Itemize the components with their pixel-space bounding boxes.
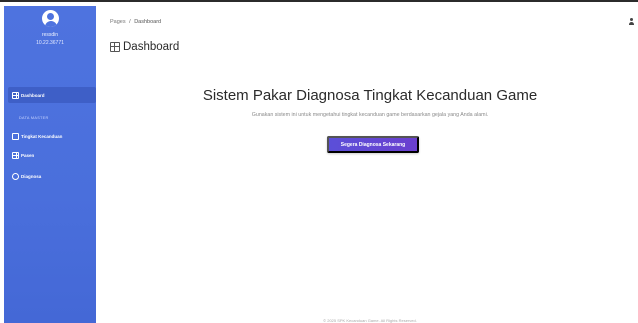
hero-title: Sistem Pakar Diagnosa Tingkat Kecanduan … (202, 87, 538, 104)
page-title: Dashboard (110, 41, 179, 53)
app-window: ressdin 10.22.36771 Dashboard DATA MASTE… (0, 0, 638, 323)
user-icon-head (630, 18, 633, 21)
breadcrumb-separator: / (129, 19, 131, 25)
page-title-text: Dashboard (123, 41, 180, 53)
sidebar-item-label: Tingkat Kecanduan (21, 133, 63, 139)
document-icon (12, 132, 19, 140)
avatar-head (47, 13, 54, 20)
sidebar-user-ip: 10.22.36771 (36, 40, 64, 46)
breadcrumb-current: Dashboard (134, 19, 162, 25)
footer-copyright: © 2025 SPK Kecanduan Game. All Rights Re… (323, 318, 417, 323)
sidebar-item-label: Dashboard (21, 92, 45, 98)
avatar[interactable] (42, 10, 59, 27)
sidebar-item-label: Diagnosa (21, 173, 42, 179)
top-border (0, 0, 638, 2)
sidebar-item-diagnosa[interactable]: Diagnosa (12, 171, 41, 181)
hero-subtitle: Gunakan sistem ini untuk mengetahui ting… (251, 112, 489, 118)
sidebar-section-label: DATA MASTER (19, 116, 49, 120)
sidebar: ressdin 10.22.36771 Dashboard DATA MASTE… (4, 6, 96, 323)
avatar-body (44, 21, 57, 27)
table-icon (12, 151, 19, 159)
user-menu-icon[interactable] (629, 18, 634, 25)
start-diagnosis-button[interactable]: Segera Diagnosa Sekarang (327, 136, 419, 153)
dashboard-icon (12, 91, 19, 99)
breadcrumb: Pages / Dashboard (110, 19, 161, 25)
diagnosis-icon (12, 172, 19, 180)
user-icon-body (629, 21, 634, 25)
sidebar-username: ressdin (41, 32, 59, 38)
dashboard-icon (110, 42, 120, 52)
sidebar-item-label: Pasen (21, 152, 35, 158)
breadcrumb-root[interactable]: Pages (110, 19, 126, 25)
sidebar-item-tingkat-kecanduan[interactable]: Tingkat Kecanduan (12, 131, 62, 141)
sidebar-item-dashboard[interactable]: Dashboard (12, 90, 45, 100)
sidebar-item-pasen[interactable]: Pasen (12, 150, 34, 160)
